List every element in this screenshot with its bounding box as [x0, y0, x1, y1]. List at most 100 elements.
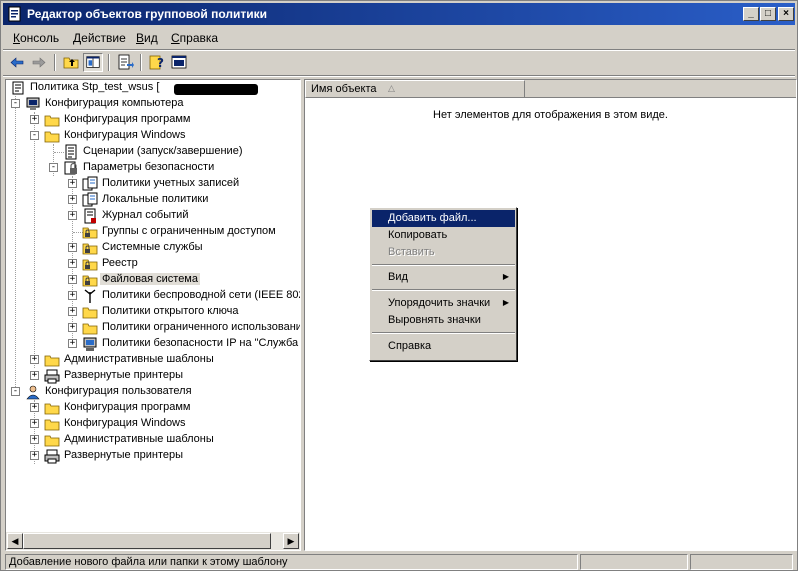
console-icon[interactable] [169, 53, 189, 72]
scroll-right-icon[interactable]: ▶ [283, 533, 299, 549]
tree-item-software-restriction-policies[interactable]: + Политики ограниченного использования пр… [6, 320, 300, 336]
scroll-thumb[interactable] [23, 533, 271, 549]
expand-icon[interactable]: + [30, 371, 39, 380]
tree-item-computer-config[interactable]: - Конфигурация компьютера [6, 96, 300, 112]
tree-item-system-services[interactable]: + Системные службы [6, 240, 300, 256]
expand-icon[interactable]: + [30, 403, 39, 412]
ctx-add-file[interactable]: Добавить файл... [372, 210, 515, 227]
expand-icon[interactable]: + [68, 243, 77, 252]
show-tree-icon[interactable] [83, 53, 103, 72]
ctx-add-file-label: Добавить файл... [388, 212, 477, 224]
collapse-icon[interactable]: - [11, 387, 20, 396]
column-object-name[interactable]: Имя объекта △ [305, 80, 525, 98]
tree-item-registry[interactable]: + Реестр [6, 256, 300, 272]
maximize-button[interactable]: □ [760, 7, 776, 21]
column-header: Имя объекта △ [305, 80, 796, 98]
tree-item-windows-settings[interactable]: - Конфигурация Windows [6, 128, 300, 144]
folder-icon [44, 115, 60, 127]
window-title: Редактор объектов групповой политики [27, 7, 268, 21]
minimize-button[interactable]: _ [743, 7, 759, 21]
folder-lock-icon [82, 275, 98, 287]
expand-icon[interactable]: + [30, 355, 39, 364]
folder-icon [44, 419, 60, 431]
title-bar[interactable]: Редактор объектов групповой политики _ □… [3, 3, 795, 25]
ctx-paste-label: Вставить [388, 246, 435, 258]
collapse-icon[interactable]: - [11, 99, 20, 108]
tree-item-label: Развернутые принтеры [64, 369, 184, 381]
tree-item-user-software-settings[interactable]: + Конфигурация программ [6, 400, 300, 416]
tree-item-label: Конфигурация Windows [64, 129, 186, 141]
ctx-paste: Вставить [372, 244, 515, 261]
ctx-copy[interactable]: Копировать [372, 227, 515, 244]
tree-item-user-windows-settings[interactable]: + Конфигурация Windows [6, 416, 300, 432]
menu-view[interactable]: Вид [136, 31, 158, 45]
status-cell-3 [690, 554, 793, 570]
expand-icon[interactable]: + [30, 435, 39, 444]
back-arrow-icon[interactable] [7, 53, 27, 72]
toolbar-separator-3 [140, 54, 142, 71]
ctx-line-up-icons[interactable]: Выровнять значки [372, 312, 515, 329]
folder-icon [82, 323, 98, 335]
tree-item-account-policies[interactable]: + Политики учетных записей [6, 176, 300, 192]
collapse-icon[interactable]: - [30, 131, 39, 140]
collapse-icon[interactable]: - [49, 163, 58, 172]
expand-icon[interactable]: + [68, 259, 77, 268]
tree-item-admin-templates[interactable]: + Административные шаблоны [6, 352, 300, 368]
tree-item-label: Системные службы [102, 241, 203, 253]
export-list-icon[interactable] [115, 53, 135, 72]
tree-item-user-config[interactable]: - Конфигурация пользователя [6, 384, 300, 400]
ctx-arrange-icons[interactable]: Упорядочить значки ▶ [372, 295, 515, 312]
folder-icon [82, 307, 98, 319]
tree-item-user-deployed-printers[interactable]: + Развернутые принтеры [6, 448, 300, 464]
up-folder-icon[interactable] [61, 53, 81, 72]
menu-action[interactable]: Действие [73, 31, 126, 45]
tree-item-ip-security-policies[interactable]: + Политики безопасности IP на "Служба кат… [6, 336, 300, 352]
expand-icon[interactable]: + [30, 451, 39, 460]
toolbar: ? [3, 52, 795, 74]
toolbar-separator-2 [108, 54, 110, 71]
user-icon [26, 385, 40, 400]
menu-action-accel: Д [73, 31, 82, 45]
tree-item-label: Развернутые принтеры [64, 449, 184, 461]
tree-item-scripts[interactable]: Сценарии (запуск/завершение) [6, 144, 300, 160]
ctx-help[interactable]: Справка [372, 338, 515, 355]
close-button[interactable]: × [778, 7, 794, 21]
menu-help[interactable]: Справка [171, 31, 218, 45]
submenu-arrow-icon: ▶ [502, 298, 509, 307]
tree-item-public-key-policies[interactable]: + Политики открытого ключа [6, 304, 300, 320]
menu-console[interactable]: Консоль [13, 31, 59, 45]
expand-icon[interactable]: + [68, 275, 77, 284]
tree-item-event-log[interactable]: + Журнал событий [6, 208, 300, 224]
forward-arrow-icon[interactable] [29, 53, 49, 72]
tree-item-user-admin-templates[interactable]: + Административные шаблоны [6, 432, 300, 448]
ctx-copy-label: Копировать [388, 229, 448, 241]
expand-icon[interactable]: + [30, 419, 39, 428]
tree-pane[interactable]: Политика Stp_test_wsus [ - Конфигурация к… [5, 79, 301, 551]
expand-icon[interactable]: + [68, 195, 77, 204]
tree-item-wireless-policies[interactable]: + Политики беспроводной сети (IEEE 802.11… [6, 288, 300, 304]
help-icon[interactable]: ? [147, 53, 167, 72]
tree-item-file-system[interactable]: + Файловая система [6, 272, 300, 288]
expand-icon[interactable]: + [68, 211, 77, 220]
expand-icon[interactable]: + [68, 323, 77, 332]
tree-item-deployed-printers[interactable]: + Развернутые принтеры [6, 368, 300, 384]
tree-item-restricted-groups[interactable]: Группы с ограниченным доступом [6, 224, 300, 240]
expand-icon[interactable]: + [68, 179, 77, 188]
status-bar: Добавление нового файла или папки к этом… [3, 553, 795, 570]
tree-item-software-settings[interactable]: + Конфигурация программ [6, 112, 300, 128]
ctx-help-label: Справка [388, 340, 432, 352]
tree-item-security-settings[interactable]: - Параметры безопасности [6, 160, 300, 176]
tree-item-local-policies[interactable]: + Локальные политики [6, 192, 300, 208]
redaction-mark [174, 84, 258, 95]
folder-lock-icon [82, 227, 98, 239]
toolbar-separator [54, 54, 56, 71]
expand-icon[interactable]: + [68, 307, 77, 316]
scroll-left-icon[interactable]: ◀ [7, 533, 23, 549]
menu-view-label: ид [144, 31, 158, 45]
ctx-view[interactable]: Вид ▶ [372, 269, 515, 286]
expand-icon[interactable]: + [68, 339, 77, 348]
expand-icon[interactable]: + [68, 291, 77, 300]
tree-item-label: Политики беспроводной сети (IEEE 802.11) [102, 289, 301, 301]
expand-icon[interactable]: + [30, 115, 39, 124]
tree-horizontal-scrollbar[interactable]: ◀ ▶ [6, 532, 300, 550]
